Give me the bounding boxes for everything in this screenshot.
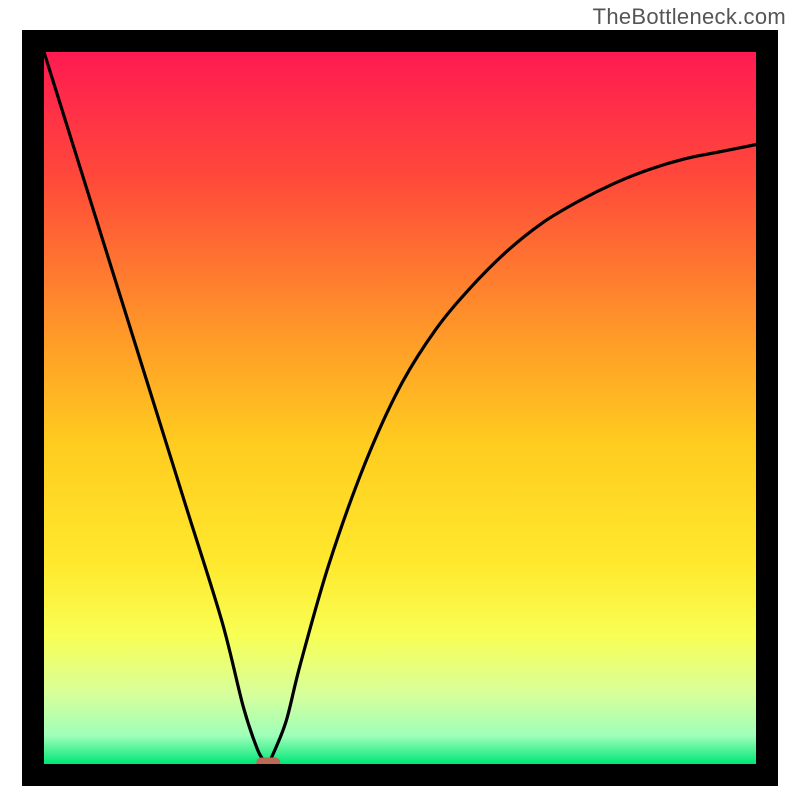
minimum-marker xyxy=(256,758,280,765)
plot-svg xyxy=(44,52,756,764)
watermark-text: TheBottleneck.com xyxy=(593,4,786,30)
gradient-bg xyxy=(44,52,756,764)
plot-frame xyxy=(22,30,778,786)
chart-container: TheBottleneck.com xyxy=(0,0,800,800)
